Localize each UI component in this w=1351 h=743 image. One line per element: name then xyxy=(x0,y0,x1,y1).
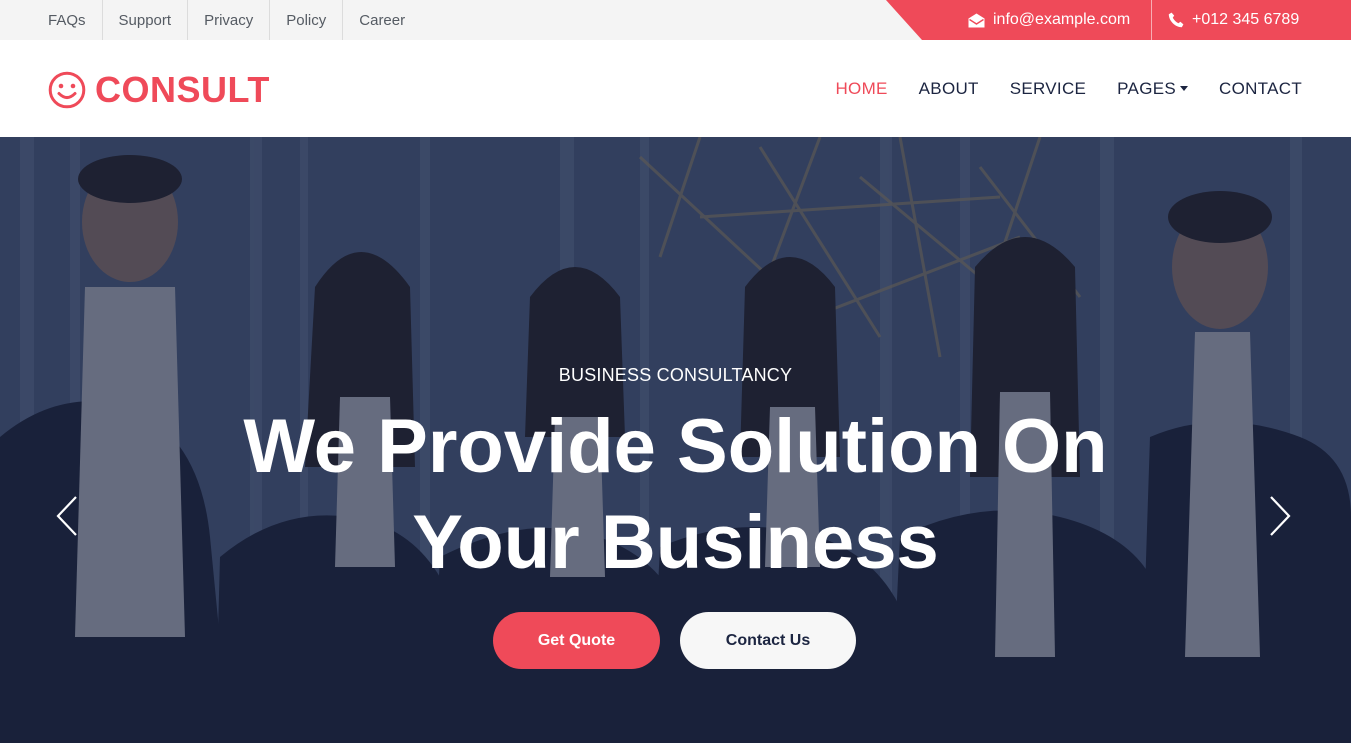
topbar-email-text: info@example.com xyxy=(993,11,1131,28)
topbar-link-support[interactable]: Support xyxy=(103,0,189,40)
topbar-phone-text: +012 345 6789 xyxy=(1192,11,1300,28)
phone-icon xyxy=(1168,12,1184,28)
navbar: CONSULT HOME ABOUT SERVICE PAGES CONTACT xyxy=(0,40,1351,137)
main-nav: HOME ABOUT SERVICE PAGES CONTACT xyxy=(804,40,1302,137)
get-quote-button[interactable]: Get Quote xyxy=(493,612,660,669)
smile-icon xyxy=(48,71,86,109)
brand-logo[interactable]: CONSULT xyxy=(48,71,270,109)
hero-carousel: BUSINESS CONSULTANCY We Provide Solution… xyxy=(0,137,1351,743)
chevron-right-icon[interactable] xyxy=(1263,493,1295,539)
nav-item-home[interactable]: HOME xyxy=(835,79,887,99)
topbar-link-career[interactable]: Career xyxy=(343,0,421,40)
nav-item-about[interactable]: ABOUT xyxy=(919,79,979,99)
nav-item-contact[interactable]: CONTACT xyxy=(1219,79,1302,99)
topbar-contact-divider xyxy=(1151,0,1152,40)
chevron-left-icon[interactable] xyxy=(52,493,84,539)
topbar: FAQs Support Privacy Policy Career info@… xyxy=(0,0,1351,40)
topbar-link-privacy[interactable]: Privacy xyxy=(188,0,271,40)
topbar-link-faqs[interactable]: FAQs xyxy=(32,0,103,40)
envelope-open-icon xyxy=(968,13,985,27)
topbar-link-policy[interactable]: Policy xyxy=(270,0,344,40)
nav-item-pages[interactable]: PAGES xyxy=(1117,79,1188,99)
nav-item-pages-label: PAGES xyxy=(1117,78,1176,98)
brand-name: CONSULT xyxy=(95,69,270,110)
topbar-phone[interactable]: +012 345 6789 xyxy=(1168,0,1299,40)
hero-title-line-2: Your Business xyxy=(412,500,939,585)
hero-title-line-1: We Provide Solution On xyxy=(243,404,1108,489)
topbar-email[interactable]: info@example.com xyxy=(968,0,1130,40)
caret-down-icon xyxy=(1180,86,1188,91)
topbar-links: FAQs Support Privacy Policy Career xyxy=(32,0,421,40)
contact-us-button[interactable]: Contact Us xyxy=(680,612,856,669)
hero-content: BUSINESS CONSULTANCY We Provide Solution… xyxy=(0,137,1351,743)
hero-title: We Provide Solution On Your Business xyxy=(0,399,1351,591)
nav-item-service[interactable]: SERVICE xyxy=(1010,79,1086,99)
hero-subtitle: BUSINESS CONSULTANCY xyxy=(558,365,793,385)
